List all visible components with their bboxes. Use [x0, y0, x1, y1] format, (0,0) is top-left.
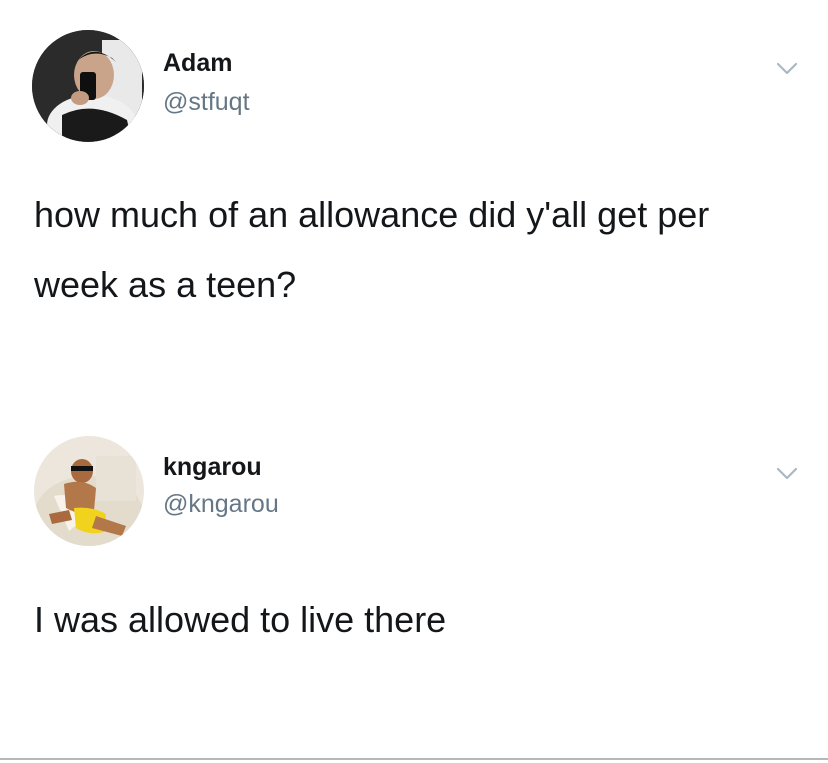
chevron-down-icon[interactable]: [774, 460, 800, 486]
profile-photo-icon: [34, 436, 144, 546]
avatar[interactable]: [34, 436, 144, 546]
display-name[interactable]: kngarou: [163, 453, 262, 482]
tweet-card: kngarou @kngarou I was allowed to live t…: [0, 430, 828, 760]
tweet-text: I was allowed to live there: [34, 599, 447, 640]
profile-photo-icon: [32, 30, 144, 142]
display-name[interactable]: Adam: [163, 49, 232, 78]
tweet-text: how much of an allowance did y'all get p…: [34, 194, 720, 305]
chevron-down-icon[interactable]: [774, 55, 800, 81]
user-handle[interactable]: @kngarou: [163, 490, 279, 519]
tweet-card: Adam @stfuqt how much of an allowance di…: [0, 0, 828, 390]
divider: [0, 758, 828, 760]
user-handle[interactable]: @stfuqt: [163, 88, 250, 117]
avatar[interactable]: [32, 30, 144, 142]
